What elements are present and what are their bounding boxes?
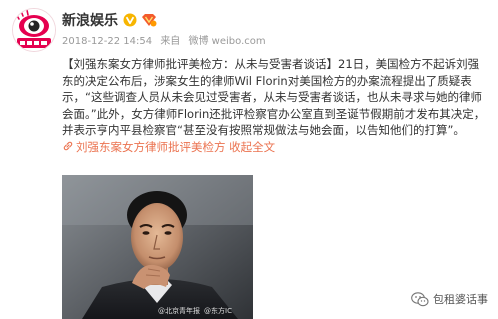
sina-ent-logo [13, 9, 55, 51]
post-photo-image: @北京青年报 @东方IC [62, 175, 253, 319]
vip-icon[interactable] [141, 13, 157, 27]
link-icon [63, 141, 73, 150]
post-meta: 2018-12-22 14:54 来自 微博 weibo.com [62, 35, 271, 49]
source-app[interactable]: 微博 weibo.com [189, 36, 266, 47]
topic-link[interactable]: 刘强东案女方律师批评美检方 [62, 140, 226, 154]
timestamp[interactable]: 2018-12-22 14:54 [62, 36, 152, 47]
weibo-post: 新浪娱乐 2018-12-22 14:54 来自 微博 weibo.com 【刘… [0, 0, 498, 319]
author-name[interactable]: 新浪娱乐 [62, 10, 118, 30]
post-text-quote-2: 此外，女方律师Florin还批评检察官办公室直到圣诞节假期前才发布其决定，并表示… [62, 106, 486, 138]
post-header: 新浪娱乐 2018-12-22 14:54 来自 微博 weibo.com [62, 10, 271, 49]
post-text: 【刘强东案女方律师批评美检方：从未与受害者谈话】21日，美国检方不起诉刘强东的决… [62, 56, 488, 155]
photo-caption-1: @北京青年报 [158, 306, 200, 315]
author-row: 新浪娱乐 [62, 10, 271, 30]
wechat-icon [411, 291, 429, 306]
source-prefix: 来自 [160, 36, 181, 47]
collapse-text-link[interactable]: 收起全文 [229, 140, 275, 154]
verified-v-icon [123, 13, 137, 27]
post-photo[interactable]: @北京青年报 @东方IC [62, 175, 253, 319]
watermark: 包租婆话事 [411, 291, 488, 307]
avatar[interactable] [12, 8, 56, 52]
photo-caption-2: @东方IC [204, 306, 232, 315]
watermark-text: 包租婆话事 [433, 293, 488, 306]
topic-link-text: 刘强东案女方律师批评美检方 [76, 139, 226, 154]
